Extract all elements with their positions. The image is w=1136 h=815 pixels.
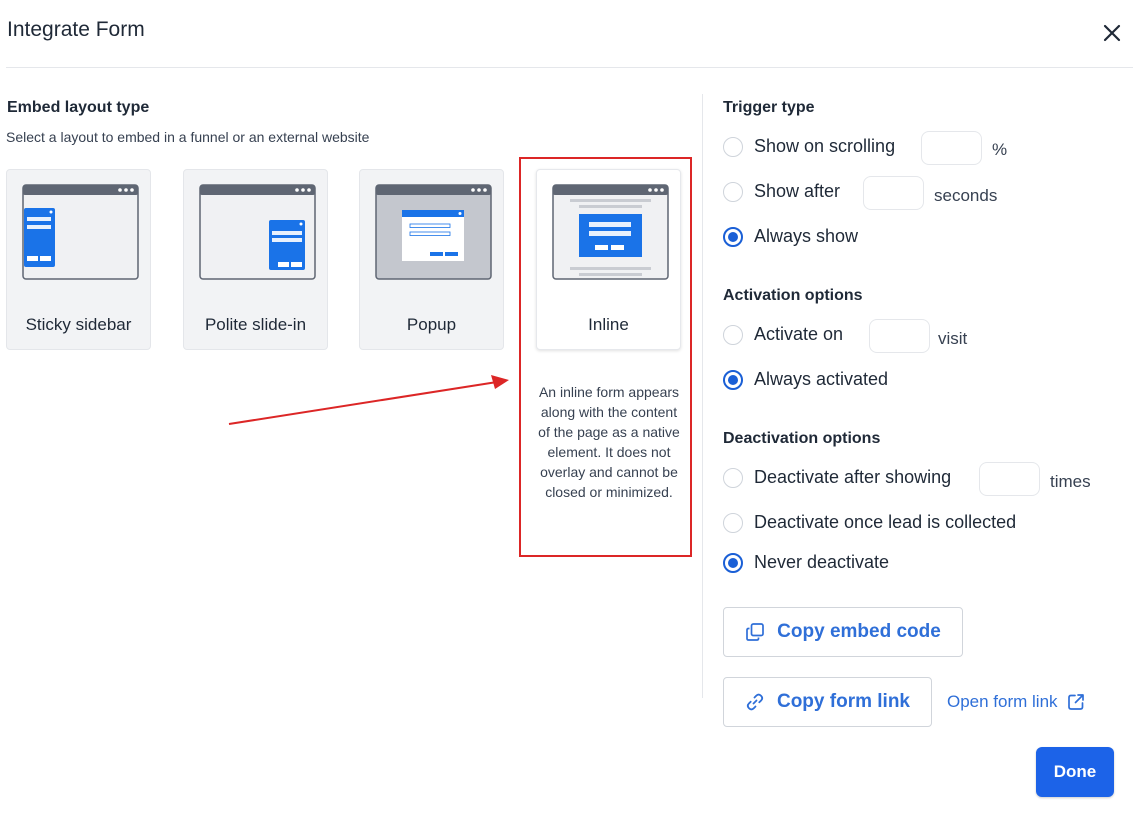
popup-thumbnail-icon (375, 184, 492, 280)
deactivation-once-lead-collected[interactable]: Deactivate once lead is collected (723, 512, 1016, 533)
header-divider (6, 67, 1133, 68)
trigger-show-on-scrolling[interactable]: Show on scrolling (723, 136, 895, 157)
annotation-arrow-icon (228, 375, 509, 425)
deactivate-times-input[interactable] (979, 462, 1040, 496)
open-form-link-label: Open form link (947, 692, 1058, 711)
option-label: Show after (754, 181, 841, 201)
copy-embed-code-label: Copy embed code (777, 621, 941, 642)
trigger-always-show[interactable]: Always show (723, 226, 858, 247)
option-label: Activate on (754, 324, 844, 344)
option-label: Always activated (754, 369, 889, 389)
scroll-percent-input[interactable] (921, 131, 982, 165)
option-label: Deactivate once lead is collected (754, 512, 1017, 532)
activate-on-visit-input[interactable] (869, 319, 930, 353)
layout-card-popup[interactable]: Popup (359, 169, 504, 350)
activation-options-title: Activation options (723, 287, 863, 304)
trigger-show-after[interactable]: Show after (723, 181, 840, 202)
option-label: Always show (754, 226, 859, 246)
layout-description: An inline form appears along with the co… (538, 384, 680, 500)
radio-button[interactable] (723, 467, 743, 488)
external-link-icon (1067, 694, 1084, 710)
copy-embed-code-button[interactable]: Copy embed code (723, 607, 963, 657)
deactivation-never[interactable]: Never deactivate (723, 552, 889, 573)
deactivation-after-showing[interactable]: Deactivate after showing (723, 467, 951, 488)
radio-button[interactable] (723, 181, 743, 202)
done-button[interactable]: Done (1036, 747, 1114, 797)
activation-always-activated[interactable]: Always activated (723, 369, 888, 390)
link-icon (746, 693, 764, 711)
trigger-type-title: Trigger type (723, 99, 815, 116)
radio-button-selected[interactable] (723, 552, 743, 573)
radio-button[interactable] (723, 324, 743, 345)
slide-in-thumbnail-icon (199, 184, 316, 280)
radio-button[interactable] (723, 512, 743, 533)
layout-card-polite-slide-in[interactable]: Polite slide-in (183, 169, 328, 350)
embed-layout-subtitle: Select a layout to embed in a funnel or … (6, 129, 370, 145)
times-unit: times (1050, 472, 1091, 491)
seconds-unit: seconds (934, 186, 998, 205)
copy-icon (746, 623, 765, 641)
modal-title: Integrate Form (7, 18, 145, 41)
show-after-seconds-input[interactable] (863, 176, 924, 210)
radio-button[interactable] (723, 136, 743, 157)
copy-form-link-label: Copy form link (776, 691, 910, 712)
radio-button-selected[interactable] (723, 226, 743, 247)
copy-form-link-button[interactable]: Copy form link (723, 677, 932, 727)
close-button[interactable] (1101, 22, 1123, 44)
layout-card-label: Popup (406, 315, 457, 334)
option-label: Deactivate after showing (754, 467, 952, 487)
embed-layout-title: Embed layout type (7, 99, 150, 116)
percent-unit: % (992, 140, 1008, 159)
close-icon (1103, 24, 1121, 42)
open-form-link[interactable]: Open form link (947, 692, 1086, 712)
option-label: Show on scrolling (754, 136, 896, 156)
layout-card-label: Sticky sidebar (25, 315, 132, 334)
panel-divider (702, 94, 703, 698)
activation-activate-on[interactable]: Activate on (723, 324, 843, 345)
deactivation-options-title: Deactivation options (723, 430, 881, 447)
layout-card-sticky-sidebar[interactable]: Sticky sidebar (6, 169, 151, 350)
option-label: Never deactivate (754, 552, 890, 572)
radio-button-selected[interactable] (723, 369, 743, 390)
visit-unit: visit (938, 329, 968, 348)
sticky-sidebar-thumbnail-icon (22, 184, 139, 280)
layout-card-label: Polite slide-in (204, 315, 307, 334)
